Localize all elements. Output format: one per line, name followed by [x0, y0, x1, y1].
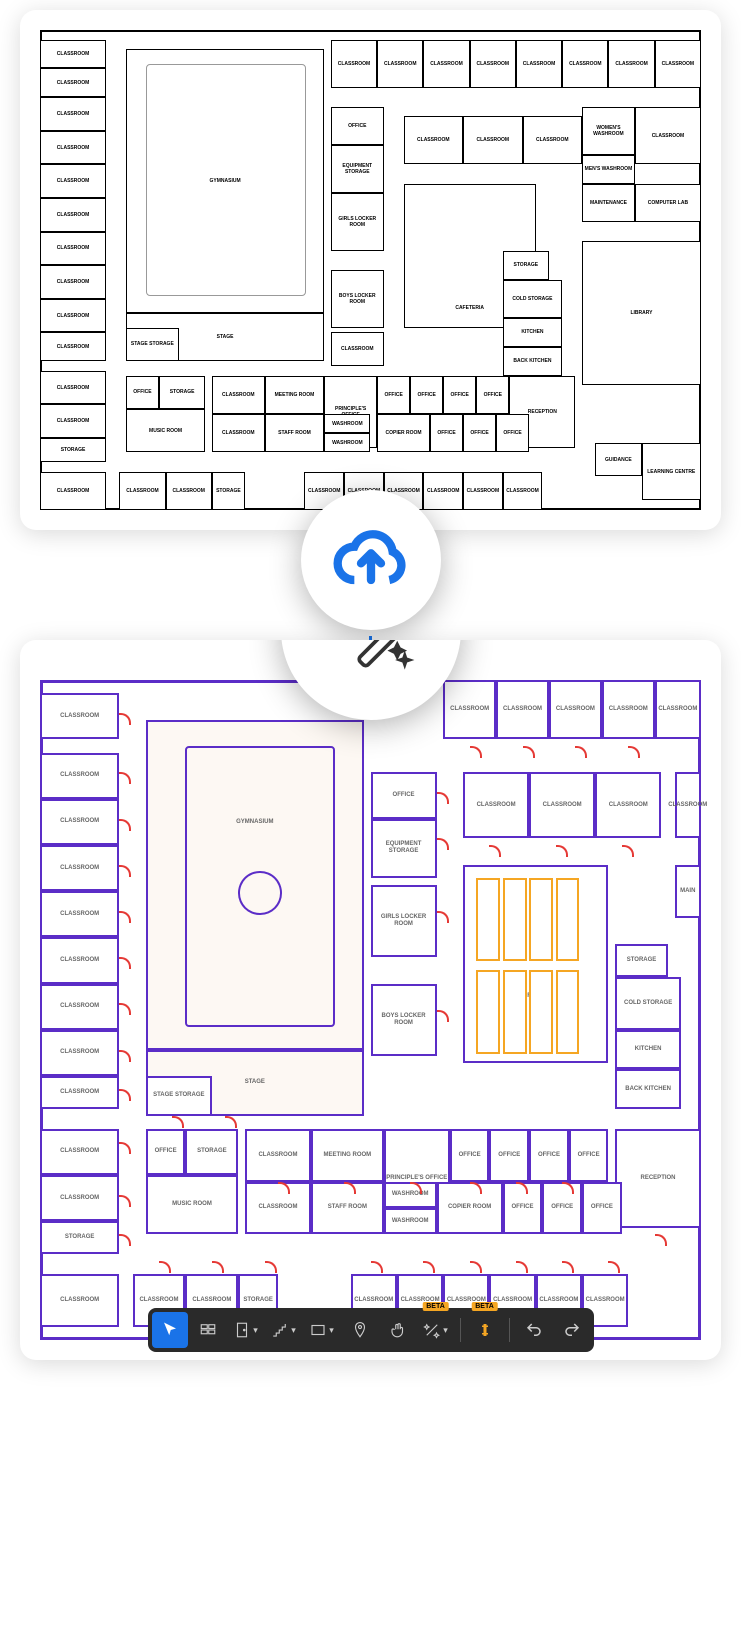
- toolbar: ▾ ▾ ▾ BETA ▾ BETA: [148, 1308, 594, 1352]
- tool-stairs[interactable]: ▾: [266, 1312, 302, 1348]
- tool-rectangle[interactable]: ▾: [304, 1312, 340, 1348]
- tool-pin[interactable]: [342, 1312, 378, 1348]
- tool-wall[interactable]: [190, 1312, 226, 1348]
- tool-pan[interactable]: [380, 1312, 416, 1348]
- tool-door[interactable]: ▾: [228, 1312, 264, 1348]
- floorplan-processed: CLASSROOM CLASSROOM CLASSROOM CLASSROOM …: [20, 640, 721, 1360]
- floorplan-original: CLASSROOM CLASSROOM CLASSROOM CLASSROOM …: [20, 10, 721, 530]
- tool-pointer[interactable]: [152, 1312, 188, 1348]
- cloud-upload-icon: [301, 490, 441, 630]
- tool-undo[interactable]: [516, 1312, 552, 1348]
- tool-magic[interactable]: BETA ▾: [418, 1312, 454, 1348]
- tool-redo[interactable]: [554, 1312, 590, 1348]
- workflow-connector: [0, 490, 741, 580]
- tool-hydrant[interactable]: BETA: [467, 1312, 503, 1348]
